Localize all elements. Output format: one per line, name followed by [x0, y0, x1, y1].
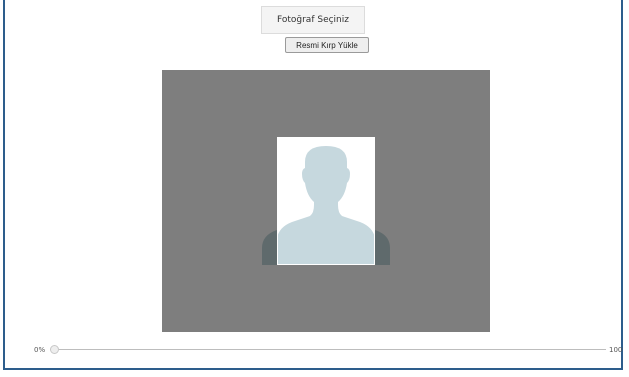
zoom-slider-track[interactable]: [50, 349, 606, 350]
zoom-max-label: 100%: [609, 346, 623, 354]
crop-upload-button[interactable]: Resmi Kırp Yükle: [285, 37, 369, 53]
crop-canvas[interactable]: [162, 70, 490, 332]
crop-frame[interactable]: [277, 137, 375, 265]
zoom-slider-handle[interactable]: [50, 345, 59, 354]
select-photo-button[interactable]: Fotoğraf Seçiniz: [261, 6, 365, 34]
zoom-min-label: 0%: [34, 346, 46, 354]
